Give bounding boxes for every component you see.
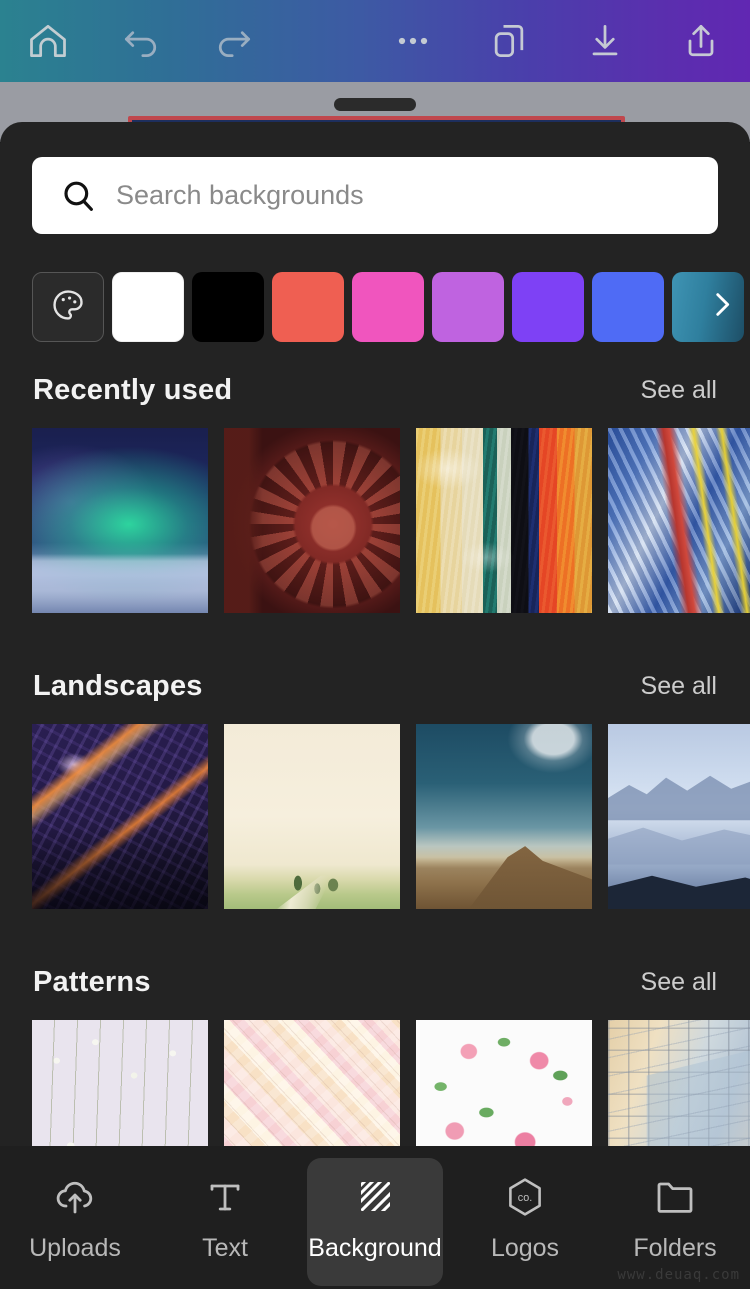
section-landscapes: Landscapes See all: [0, 666, 750, 909]
section-header: Patterns See all: [0, 962, 750, 1002]
nav-item-text[interactable]: Text: [150, 1146, 300, 1289]
section-recently-used: Recently used See all: [0, 370, 750, 613]
section-title: Recently used: [33, 373, 233, 406]
see-all-link[interactable]: See all: [641, 672, 717, 701]
thumb-paint-texture[interactable]: [416, 428, 592, 613]
share-icon[interactable]: [668, 8, 734, 74]
section-title: Landscapes: [33, 669, 203, 702]
swatch-pink[interactable]: [352, 272, 424, 342]
home-icon[interactable]: [15, 8, 81, 74]
thumbnail-row: [0, 724, 750, 909]
thumb-foggy-field[interactable]: [224, 724, 400, 909]
redo-icon[interactable]: [201, 8, 267, 74]
thumb-blue-paint[interactable]: [608, 428, 750, 613]
thumb-misty-mountains[interactable]: [608, 724, 750, 909]
cloud-upload-icon: [51, 1172, 99, 1222]
palette-icon: [49, 286, 87, 329]
top-toolbar: [0, 0, 750, 82]
nav-item-uploads[interactable]: Uploads: [0, 1146, 150, 1289]
svg-text:co.: co.: [518, 1192, 532, 1204]
hatch-pattern-icon: [351, 1172, 399, 1222]
nav-label: Folders: [633, 1234, 717, 1262]
search-icon: [56, 174, 100, 218]
chevron-right-icon: [705, 285, 739, 330]
folder-icon: [651, 1172, 699, 1222]
background-panel: Recently used See all: [0, 122, 750, 1289]
swatch-coral[interactable]: [272, 272, 344, 342]
see-all-link[interactable]: See all: [641, 376, 717, 405]
swatch-black[interactable]: [192, 272, 264, 342]
thumb-aurora[interactable]: [32, 428, 208, 613]
color-swatch-row: [32, 270, 750, 344]
nav-item-background[interactable]: Background: [300, 1146, 450, 1289]
section-header: Landscapes See all: [0, 666, 750, 706]
watermark: www.deuaq.com: [617, 1267, 740, 1283]
search-input[interactable]: [116, 180, 694, 211]
nav-label: Background: [308, 1234, 442, 1262]
swatch-teal-more[interactable]: [672, 272, 744, 342]
swatch-violet[interactable]: [512, 272, 584, 342]
more-options-icon[interactable]: [380, 8, 446, 74]
swatch-orchid[interactable]: [432, 272, 504, 342]
nav-label: Text: [202, 1234, 248, 1262]
swatch-blue[interactable]: [592, 272, 664, 342]
swatch-white[interactable]: [112, 272, 184, 342]
company-hexagon-icon: co.: [501, 1172, 549, 1222]
drag-handle[interactable]: [334, 98, 416, 111]
nav-label: Uploads: [29, 1234, 121, 1262]
nav-item-logos[interactable]: co. Logos: [450, 1146, 600, 1289]
see-all-link[interactable]: See all: [641, 968, 717, 997]
app-root: Recently used See all: [0, 0, 750, 1289]
text-t-icon: [201, 1172, 249, 1222]
color-picker-button[interactable]: [32, 272, 104, 342]
search-bar[interactable]: [32, 157, 718, 234]
thumb-city-night[interactable]: [32, 724, 208, 909]
section-header: Recently used See all: [0, 370, 750, 410]
duplicate-page-icon[interactable]: [476, 8, 542, 74]
thumb-gear[interactable]: [224, 428, 400, 613]
thumb-desert[interactable]: [416, 724, 592, 909]
download-icon[interactable]: [572, 8, 638, 74]
section-title: Patterns: [33, 965, 151, 998]
nav-label: Logos: [490, 1234, 560, 1262]
undo-icon[interactable]: [108, 8, 174, 74]
thumbnail-row: [0, 428, 750, 613]
